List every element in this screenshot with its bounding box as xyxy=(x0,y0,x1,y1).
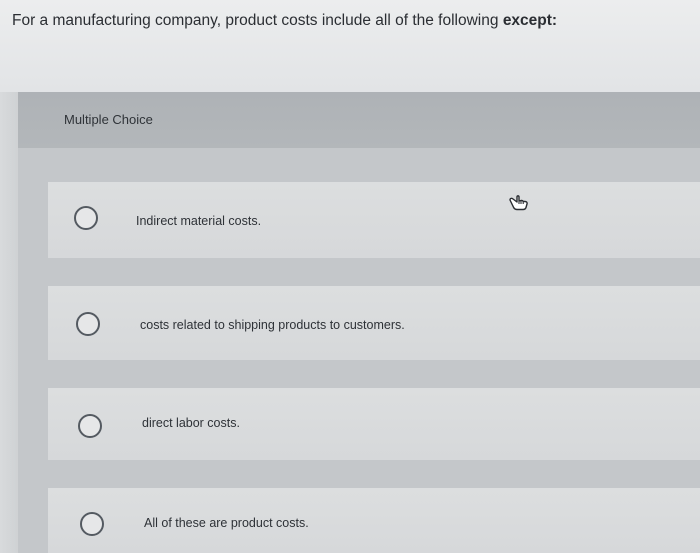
question-main-text: For a manufacturing company, product cos… xyxy=(12,12,503,29)
question-area: For a manufacturing company, product cos… xyxy=(0,0,700,92)
hand-pointer-icon xyxy=(509,195,528,211)
multiple-choice-label: Multiple Choice xyxy=(64,112,153,127)
answer-option-1[interactable]: Indirect material costs. xyxy=(48,182,700,258)
answer-option-2[interactable]: costs related to shipping products to cu… xyxy=(48,286,700,360)
multiple-choice-header: Multiple Choice xyxy=(18,92,700,148)
radio-button-2[interactable] xyxy=(76,312,100,336)
radio-button-4[interactable] xyxy=(80,512,104,536)
radio-button-3[interactable] xyxy=(78,414,102,438)
answer-option-3[interactable]: direct labor costs. xyxy=(48,388,700,460)
question-text: For a manufacturing company, product cos… xyxy=(12,12,557,30)
left-rail xyxy=(0,92,18,553)
answer-option-4[interactable]: All of these are product costs. xyxy=(48,488,700,553)
answer-option-label: direct labor costs. xyxy=(142,416,240,430)
radio-button-1[interactable] xyxy=(74,206,98,230)
answer-option-label: All of these are product costs. xyxy=(144,516,309,530)
answer-option-label: costs related to shipping products to cu… xyxy=(140,318,405,332)
question-emphasis-text: except: xyxy=(502,12,558,29)
answer-option-label: Indirect material costs. xyxy=(136,214,262,228)
